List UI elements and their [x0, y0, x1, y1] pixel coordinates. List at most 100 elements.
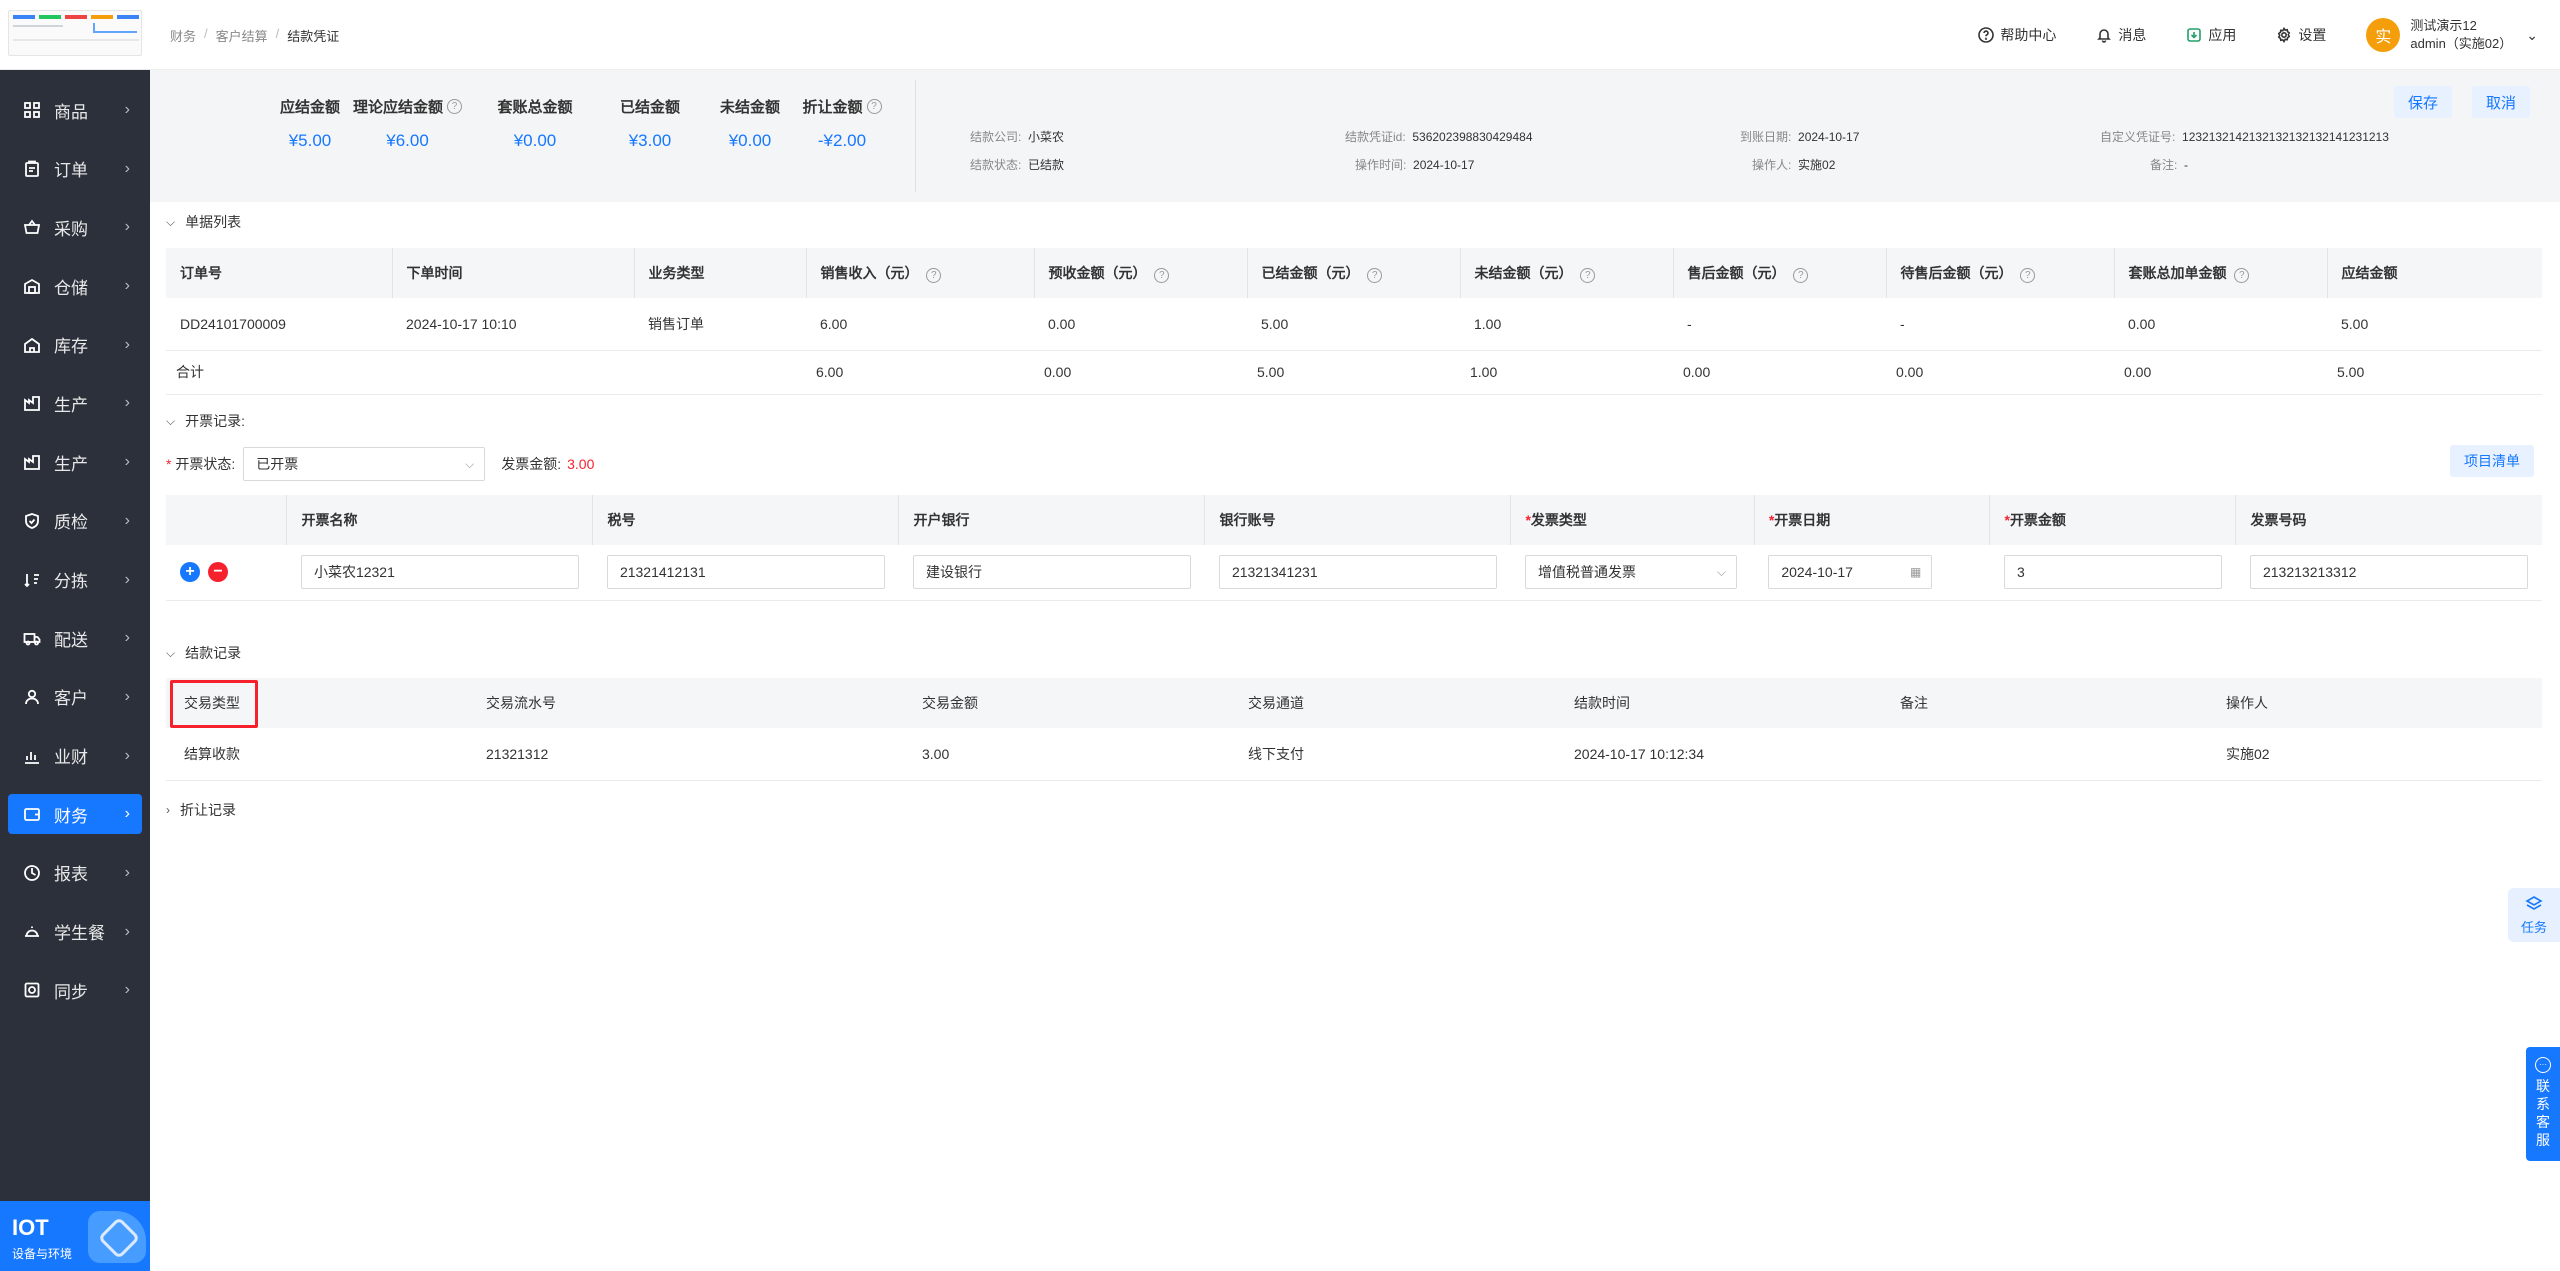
- column-header: 预收金额（元） ?: [1033, 248, 1247, 298]
- app-download-icon: [2187, 28, 2202, 42]
- sidebar-item-8[interactable]: 分拣 ›: [0, 560, 150, 600]
- sidebar-item-2[interactable]: 采购 ›: [0, 207, 150, 247]
- invoice-toggle[interactable]: ⌵ 开票记录:: [166, 411, 245, 431]
- invoice-field-3[interactable]: 21321341231: [1218, 555, 1497, 590]
- remove-row-icon[interactable]: −: [208, 562, 228, 583]
- settings-link[interactable]: 设置: [2276, 25, 2326, 45]
- sidebar-item-label: 配送: [54, 630, 88, 650]
- stat-label: 理论应结金额: [353, 99, 444, 116]
- stat-value: -¥2.00: [817, 131, 867, 150]
- task-float-button[interactable]: 任务: [2508, 888, 2560, 942]
- stat-value: ¥0.00: [513, 131, 557, 150]
- sidebar-item-label: 客户: [54, 689, 88, 709]
- invoice-status-select[interactable]: 已开票 ⌵: [243, 447, 486, 481]
- table-cell: 1.00: [1460, 298, 1673, 351]
- column-header: 交易金额: [908, 678, 1234, 728]
- table-cell: 5.00: [1247, 298, 1460, 351]
- discount-toggle[interactable]: › 折让记录: [166, 800, 236, 820]
- breadcrumb-finance[interactable]: 财务: [170, 26, 196, 45]
- invoice-field-1[interactable]: 21321412131: [606, 555, 885, 590]
- factory-icon: [22, 452, 42, 472]
- contact-service-label: 联系客服: [2536, 1078, 2550, 1148]
- info-voucher-id: 结款凭证id: 536202398830429484: [1345, 130, 1533, 144]
- cancel-button[interactable]: 取消: [2472, 86, 2531, 118]
- invoice-field-6[interactable]: 3: [2003, 555, 2222, 590]
- sidebar-item-12[interactable]: 财务 ›: [8, 794, 142, 835]
- messages-link[interactable]: 消息: [2096, 25, 2146, 45]
- sidebar-item-15[interactable]: 同步 ›: [0, 970, 150, 1010]
- column-header: 销售收入（元） ?: [805, 248, 1034, 298]
- total-cell: 5.00: [1247, 350, 1460, 395]
- sidebar-item-9[interactable]: 配送 ›: [0, 618, 150, 658]
- gear-icon: [2278, 27, 2291, 43]
- row-actions: + −: [166, 545, 287, 601]
- help-icon[interactable]: ?: [1580, 268, 1596, 283]
- sidebar-item-4[interactable]: 库存 ›: [0, 325, 150, 365]
- chevron-right-icon: ›: [124, 805, 130, 823]
- contact-service-button[interactable]: ··· 联系客服: [2526, 1047, 2560, 1161]
- app-root: 商品 › 订单 › 采购 › 仓储 › 库存 › 生产 › 生产 › 质检 › 分拣 › 配送 › 客户 › 业财 › 财务 › 报…: [0, 0, 2560, 1271]
- chevron-right-icon: ›: [124, 687, 130, 705]
- column-header: 开户银行: [898, 495, 1205, 545]
- apps-link[interactable]: 应用: [2186, 25, 2236, 45]
- help-icon[interactable]: ?: [1154, 268, 1170, 283]
- info-arrive-date: 到账日期: 2024-10-17: [1740, 130, 1860, 144]
- help-icon[interactable]: ?: [1367, 268, 1383, 283]
- chevron-right-icon: ›: [124, 335, 130, 353]
- sidebar-item-3[interactable]: 仓储 ›: [0, 266, 150, 306]
- help-center-label: 帮助中心: [2000, 27, 2057, 43]
- sidebar-item-6[interactable]: 生产 ›: [0, 442, 150, 482]
- stat-value: ¥0.00: [728, 131, 772, 150]
- help-icon[interactable]: ?: [447, 99, 463, 114]
- chevron-right-icon: ›: [124, 218, 130, 236]
- help-icon[interactable]: ?: [1793, 268, 1809, 283]
- chevron-down-icon: ⌵: [166, 645, 176, 660]
- sidebar-item-7[interactable]: 质检 ›: [0, 501, 150, 541]
- stat-value: ¥5.00: [288, 131, 332, 150]
- input-cell: 2024-10-17 ▦: [1754, 545, 1990, 601]
- task-label: 任务: [2520, 919, 2547, 935]
- sidebar-item-14[interactable]: 学生餐 ›: [0, 912, 150, 952]
- help-icon[interactable]: ?: [926, 268, 942, 283]
- stat-1: 理论应结金额? ¥6.00: [353, 96, 463, 151]
- table-cell: DD24101700009: [166, 298, 392, 351]
- invoice-field-0[interactable]: 小菜农12321: [300, 555, 579, 590]
- add-row-icon[interactable]: +: [180, 562, 200, 583]
- sidebar-item-10[interactable]: 客户 ›: [0, 677, 150, 717]
- table-cell: 结算收款: [166, 728, 472, 781]
- total-cell: [634, 350, 806, 395]
- iot-title: IOT: [12, 1215, 49, 1240]
- sidebar-item-11[interactable]: 业财 ›: [0, 736, 150, 776]
- user-menu[interactable]: 实 测试演示12 admin（实施02） ⌄: [2366, 17, 2538, 53]
- invoice-field-2[interactable]: 建设银行: [912, 555, 1191, 590]
- chevron-right-icon: ›: [124, 453, 130, 471]
- stat-3: 已结金额 ¥3.00: [608, 96, 692, 151]
- settlement-toggle[interactable]: ⌵ 结款记录: [166, 643, 241, 663]
- save-button[interactable]: 保存: [2394, 86, 2453, 118]
- item-list-button[interactable]: 项目清单: [2450, 445, 2534, 477]
- layers-icon: [2525, 895, 2543, 910]
- help-icon[interactable]: ?: [2234, 268, 2250, 283]
- doc-list-toggle[interactable]: ⌵ 单据列表: [166, 212, 241, 232]
- stat-value: ¥3.00: [628, 131, 672, 150]
- invoice-field-5[interactable]: 2024-10-17 ▦: [1768, 555, 1933, 590]
- sidebar-item-1[interactable]: 订单 ›: [0, 149, 150, 189]
- chevron-right-icon: ›: [124, 159, 130, 177]
- chevron-down-icon: ⌵: [166, 413, 176, 428]
- invoice-field-7[interactable]: 213213213312: [2249, 555, 2528, 590]
- column-header: 税号: [592, 495, 899, 545]
- column-header: *发票类型: [1510, 495, 1755, 545]
- logo-thumbnail[interactable]: [0, 0, 150, 70]
- sidebar-item-label: 生产: [54, 395, 88, 415]
- sidebar-item-0[interactable]: 商品 ›: [0, 90, 150, 130]
- sidebar-item-label: 质检: [54, 513, 88, 533]
- invoice-field-4[interactable]: 增值税普通发票 ⌵: [1524, 555, 1737, 590]
- sidebar-item-13[interactable]: 报表 ›: [0, 853, 150, 893]
- iot-panel[interactable]: IOT 设备与环境: [0, 1201, 150, 1271]
- sidebar-item-5[interactable]: 生产 ›: [0, 383, 150, 423]
- chevron-down-icon: ⌵: [166, 214, 176, 229]
- help-icon[interactable]: ?: [866, 99, 882, 114]
- breadcrumb-customer-settlement[interactable]: 客户结算: [216, 26, 268, 45]
- help-icon[interactable]: ?: [2020, 268, 2036, 283]
- help-center-link[interactable]: 帮助中心: [1978, 25, 2056, 45]
